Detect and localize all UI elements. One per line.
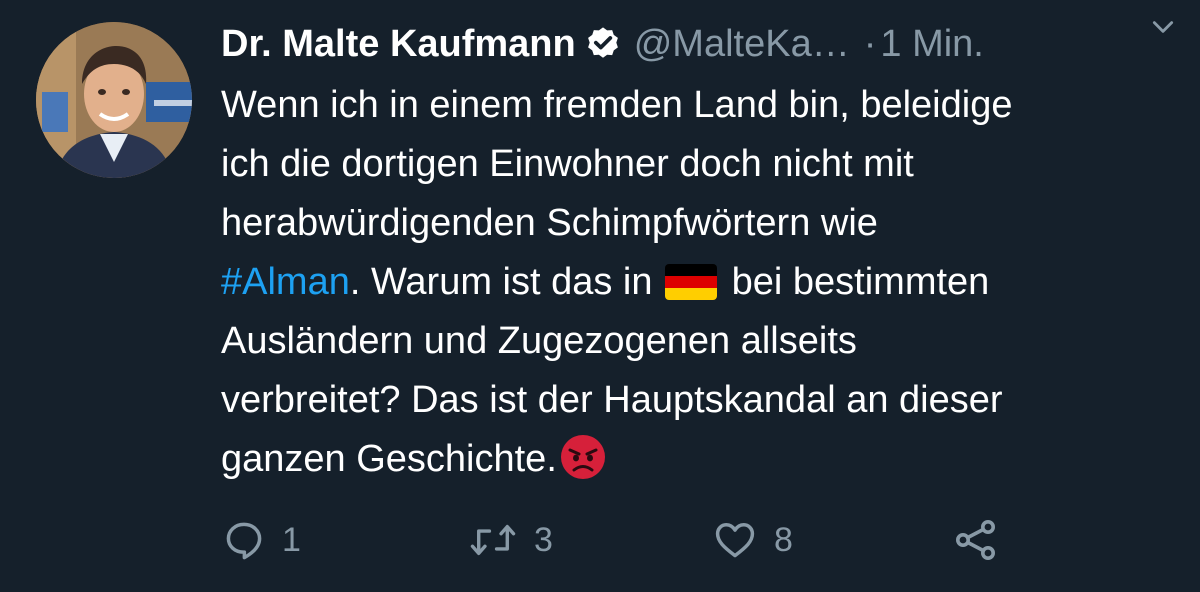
retweet-count: 3 xyxy=(534,520,553,559)
tweet-text-line: verbreitet? Das ist der Hauptskandal an … xyxy=(221,379,1003,421)
tweet-text-segment: . Warum ist das in xyxy=(349,261,653,303)
reply-button[interactable]: 1 xyxy=(222,510,301,570)
tweet-text-line: #Alman. Warum ist das in bei bestimmten xyxy=(221,253,1181,312)
tweet[interactable]: Dr. Malte Kaufmann @MalteKa… · 1 Min. We… xyxy=(0,0,1200,592)
header-separator: · xyxy=(863,23,877,65)
tweet-header: Dr. Malte Kaufmann @MalteKa… · 1 Min. xyxy=(221,18,1181,70)
like-count: 8 xyxy=(774,520,793,559)
avatar[interactable] xyxy=(36,22,192,178)
hashtag-link[interactable]: #Alman xyxy=(221,261,350,303)
tweet-text-line: Ausländern und Zugezogenen allseits xyxy=(221,320,857,362)
reply-icon xyxy=(222,518,266,562)
tweet-text-line: Wenn ich in einem fremden Land bin, bele… xyxy=(221,84,1013,126)
tweet-text-line: ich die dortigen Einwohner doch nicht mi… xyxy=(221,143,914,185)
user-handle[interactable]: @MalteKa… xyxy=(634,18,850,70)
share-button[interactable] xyxy=(952,510,1000,570)
tweet-text: Wenn ich in einem fremden Land bin, bele… xyxy=(221,76,1181,489)
reply-count: 1 xyxy=(282,520,301,559)
verified-badge-icon xyxy=(584,25,622,63)
share-icon xyxy=(952,516,1000,564)
chevron-down-icon[interactable] xyxy=(1150,14,1176,40)
like-button[interactable]: 8 xyxy=(712,510,793,570)
tweet-timestamp[interactable]: 1 Min. xyxy=(880,18,983,70)
germany-flag-emoji xyxy=(665,264,718,300)
tweet-text-segment: ganzen Geschichte. xyxy=(221,438,557,480)
heart-icon xyxy=(712,518,758,562)
retweet-icon xyxy=(468,518,518,562)
tweet-text-line: herabwürdigenden Schimpfwörtern wie xyxy=(221,202,878,244)
tweet-text-segment: bei bestimmten xyxy=(731,261,990,303)
display-name[interactable]: Dr. Malte Kaufmann xyxy=(221,18,576,70)
angry-face-emoji xyxy=(559,433,607,481)
retweet-button[interactable]: 3 xyxy=(468,510,553,570)
tweet-text-line: ganzen Geschichte. xyxy=(221,430,1181,489)
tweet-actions: 1 3 8 xyxy=(0,510,1200,570)
